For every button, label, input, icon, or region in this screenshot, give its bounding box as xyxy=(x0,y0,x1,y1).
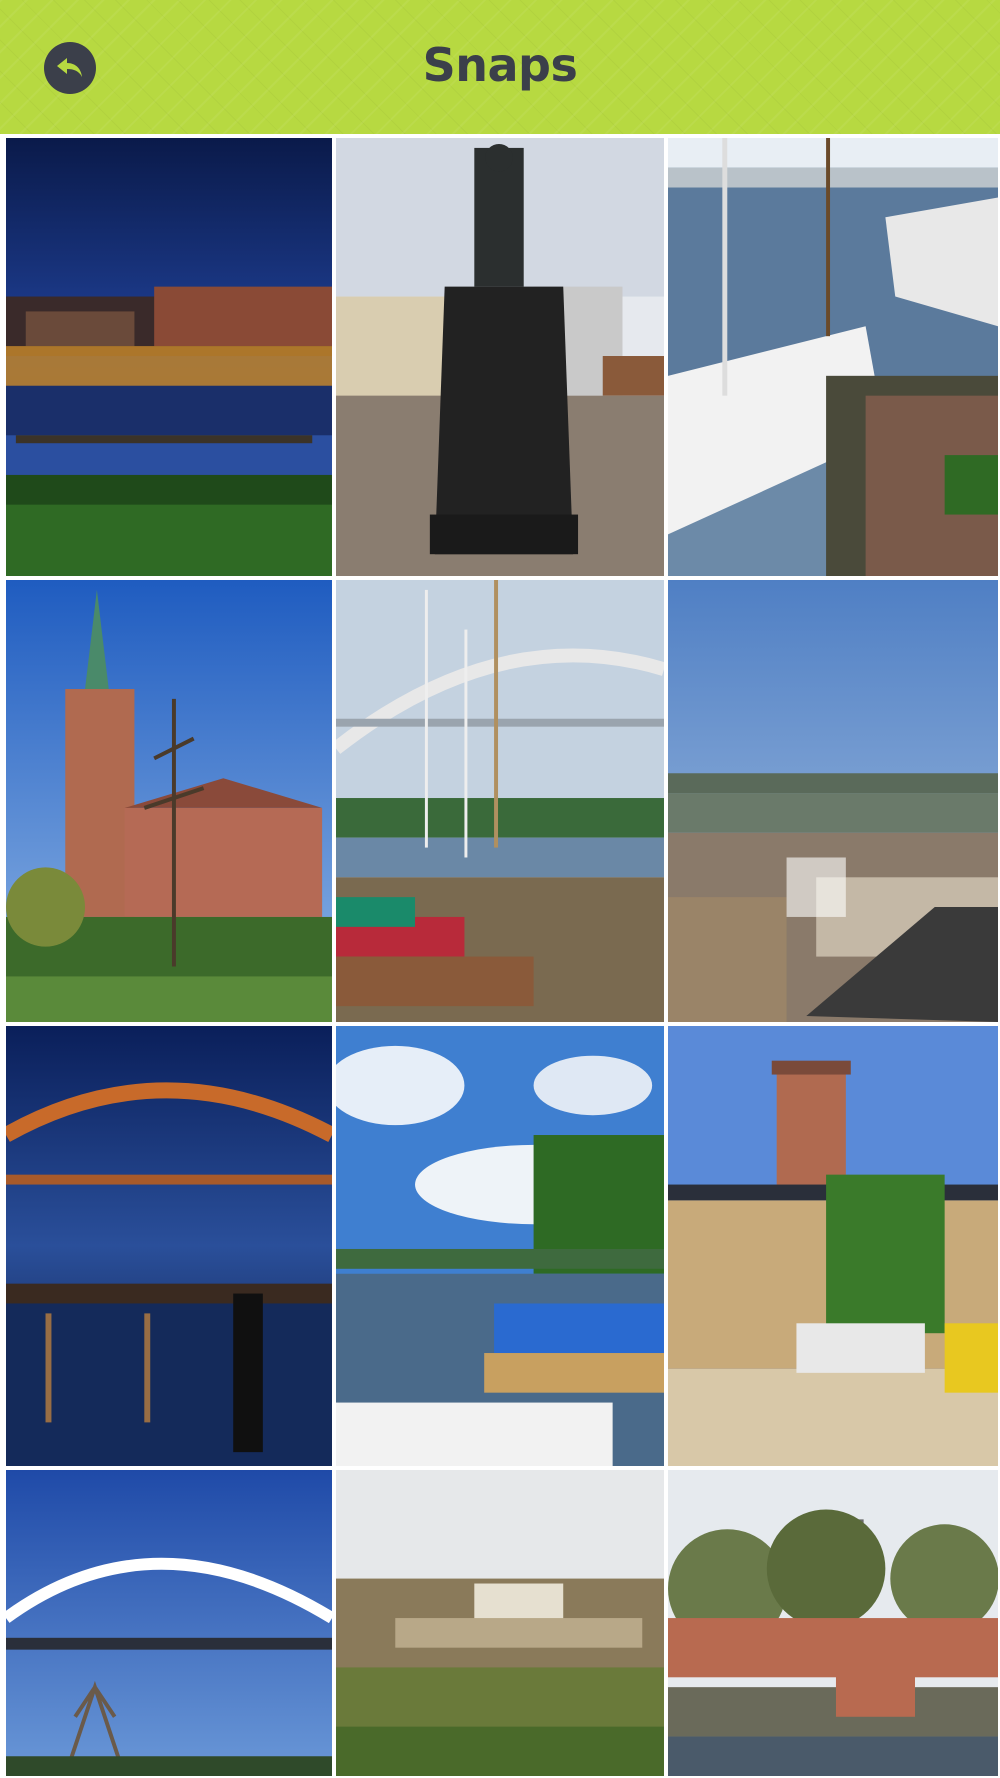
photo-tile-statue-square[interactable] xyxy=(334,136,666,578)
photo-grid xyxy=(0,134,1000,1778)
photo-tile-town-hall-tower[interactable] xyxy=(666,1024,1000,1468)
photo-tile-sailboats-bridge[interactable] xyxy=(334,578,666,1024)
photo-tile-fortress-hillside[interactable] xyxy=(334,1468,666,1778)
photo-tile-bridge-blue-sky[interactable] xyxy=(4,1468,334,1778)
photo-tile-harbor-night[interactable] xyxy=(4,136,334,578)
photo-tile-old-town-trees[interactable] xyxy=(666,1468,1000,1778)
photo-tile-town-rooftops[interactable] xyxy=(666,578,1000,1024)
photo-tile-boats-river[interactable] xyxy=(334,1024,666,1468)
page-title: Snaps xyxy=(422,38,578,92)
app-bar: Snaps xyxy=(0,0,1000,137)
photo-tile-bridge-night[interactable] xyxy=(4,1024,334,1468)
photo-tile-tall-ships-crowd[interactable] xyxy=(666,136,1000,578)
photo-tile-brick-church[interactable] xyxy=(4,578,334,1024)
